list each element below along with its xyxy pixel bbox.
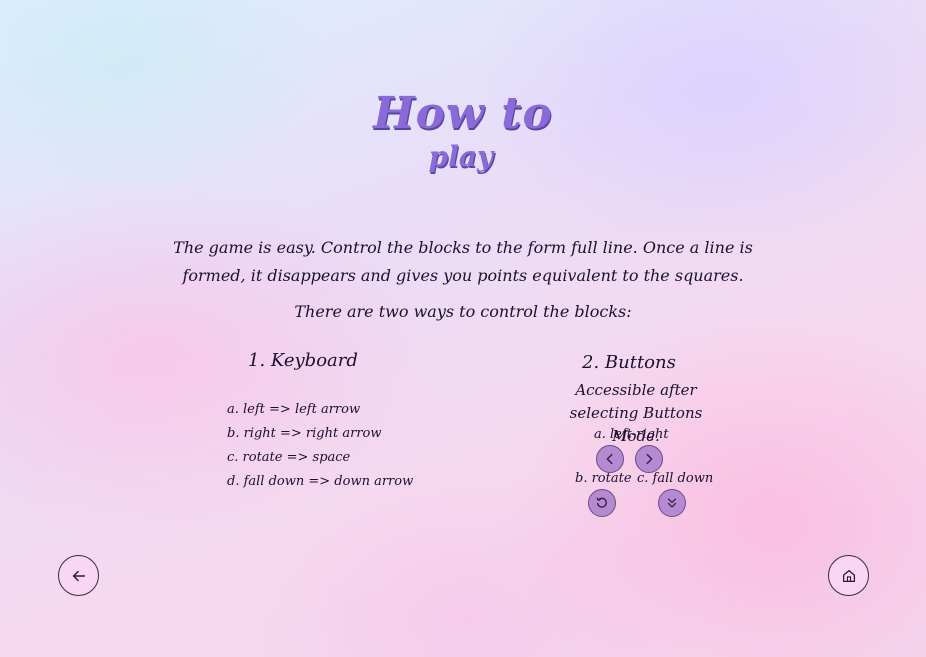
keyboard-item-right: b. right => right arrow bbox=[227, 426, 382, 441]
label-rotate: b. rotate bbox=[575, 471, 632, 486]
title-play: play bbox=[428, 140, 494, 173]
chevron-right-icon bbox=[646, 453, 653, 465]
intro-text: The game is easy. Control the blocks to … bbox=[173, 238, 753, 285]
fall-down-button[interactable] bbox=[658, 489, 686, 517]
right-button[interactable] bbox=[635, 445, 663, 473]
back-button[interactable] bbox=[58, 555, 99, 596]
home-button[interactable] bbox=[828, 555, 869, 596]
keyboard-item-rotate: c. rotate => space bbox=[227, 450, 351, 465]
double-chevron-down-icon bbox=[667, 498, 677, 508]
keyboard-list: a. left => left arrow b. right => right … bbox=[227, 398, 413, 494]
keyboard-item-left: a. left => left arrow bbox=[227, 402, 361, 417]
rotate-button[interactable] bbox=[588, 489, 616, 517]
rotate-icon bbox=[596, 497, 607, 508]
label-left-right: a. left-right bbox=[594, 427, 669, 442]
control-ways-text: There are two ways to control the blocks… bbox=[294, 302, 632, 321]
arrow-left-icon bbox=[72, 570, 85, 581]
buttons-title: 2. Buttons bbox=[582, 352, 676, 373]
left-button[interactable] bbox=[596, 445, 624, 473]
home-icon bbox=[842, 569, 855, 582]
keyboard-title: 1. Keyboard bbox=[248, 350, 358, 371]
chevron-left-icon bbox=[606, 453, 613, 465]
keyboard-item-fall-down: d. fall down => down arrow bbox=[227, 474, 414, 489]
title-how-to: How to bbox=[373, 88, 553, 139]
label-fall-down: c. fall down bbox=[637, 471, 714, 486]
